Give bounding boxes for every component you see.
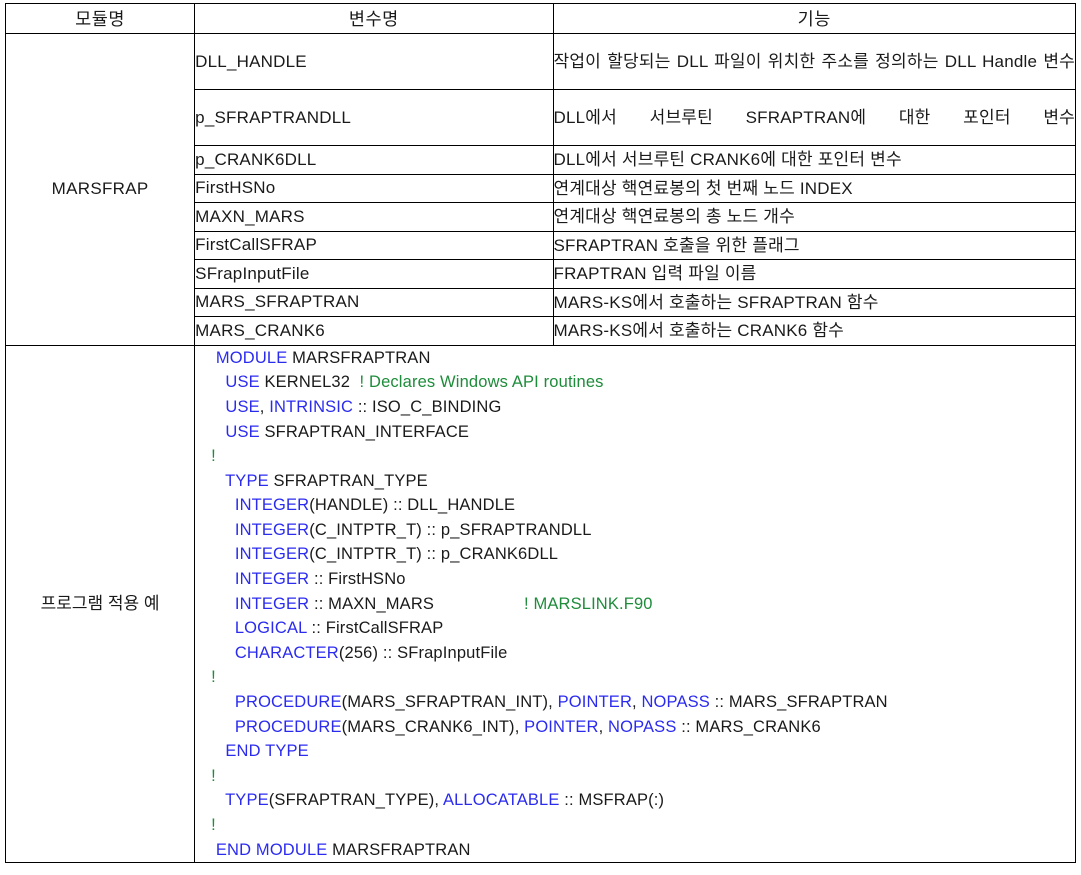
code-listing-cell: MODULE MARSFRAPTRAN USE KERNEL32 ! Decla… <box>194 344 1076 864</box>
variable-name-cell: MAXN_MARS <box>194 202 554 232</box>
code-example-label: 프로그램 적용 예 <box>4 344 196 864</box>
variable-name-cell: DLL_HANDLE <box>194 33 554 90</box>
table-header-row: 모듈명 변수명 기능 <box>4 3 1076 34</box>
document-page: 모듈명 변수명 기능 MARSFRAP DLL_HANDLE 작업이 할당되는 DL… <box>0 0 1081 875</box>
function-description-cell: FRAPTRAN 입력 파일 이름 <box>552 259 1076 289</box>
table-row: MARSFRAP DLL_HANDLE 작업이 할당되는 DLL 파일이 위치한 주… <box>4 33 1076 346</box>
fortran-code-listing: MODULE MARSFRAPTRAN USE KERNEL32 ! Decla… <box>211 348 888 859</box>
code-example-body: 프로그램 적용 예 MODULE MARSFRAPTRAN USE KERNEL… <box>4 344 1076 864</box>
variable-name-cell: p_SFRAPTRANDLL <box>194 89 554 146</box>
variable-name-cell: MARS_CRANK6 <box>194 316 554 346</box>
column-header-function: 기능 <box>552 3 1076 34</box>
function-description-cell: MARS-KS에서 호출하는 CRANK6 함수 <box>552 316 1076 346</box>
variable-name-cell: SFrapInputFile <box>194 259 554 289</box>
variable-name-cell: p_CRANK6DLL <box>194 145 554 175</box>
function-description-cell: 연계대상 핵연료봉의 첫 번째 노드 INDEX <box>552 173 1076 204</box>
variable-name-cell: FirstCallSFRAP <box>194 230 554 261</box>
function-description-cell: DLL에서 서브루틴 CRANK6에 대한 포인터 변수 <box>552 145 1076 175</box>
table-header: 모듈명 변수명 기능 <box>4 3 1076 34</box>
variable-name-cell: FirstHSNo <box>194 173 554 204</box>
function-description-cell: SFRAPTRAN 호출을 위한 플래그 <box>552 230 1076 261</box>
specification-table: 모듈명 변수명 기능 MARSFRAP DLL_HANDLE 작업이 할당되는 DL… <box>4 3 1076 864</box>
code-example-row: 프로그램 적용 예 MODULE MARSFRAPTRAN USE KERNEL… <box>4 344 1076 864</box>
module-name-cell: MARSFRAP <box>4 33 196 346</box>
column-header-variable: 변수명 <box>194 3 554 34</box>
variable-name-cell: MARS_SFRAPTRAN <box>194 287 554 318</box>
table-body: MARSFRAP DLL_HANDLE 작업이 할당되는 DLL 파일이 위치한 주… <box>4 33 1076 346</box>
function-description-cell: 연계대상 핵연료봉의 총 노드 개수 <box>552 202 1076 232</box>
function-description-cell: MARS-KS에서 호출하는 SFRAPTRAN 함수 <box>552 287 1076 318</box>
column-header-module: 모듈명 <box>4 3 196 34</box>
function-description-cell: 작업이 할당되는 DLL 파일이 위치한 주소를 정의하는 DLL Handle… <box>552 33 1076 90</box>
function-description-cell: DLL에서 서브루틴 SFRAPTRAN에 대한 포인터 변수 <box>552 89 1076 146</box>
